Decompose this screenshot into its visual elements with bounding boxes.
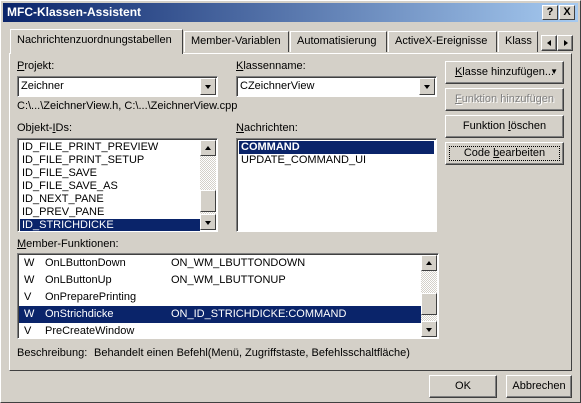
tab-label: Nachrichtenzuordnungstabellen [17,34,172,46]
scroll-down-button[interactable] [421,321,437,337]
projekt-label: Projekt: [17,60,55,72]
dropdown-arrow-icon: ▼ [550,67,558,76]
window-title: MFC-Klassen-Assistent [7,5,142,19]
member-funktionen-label: Member-Funktionen: [17,238,119,250]
function-name: PreCreateWindow [45,325,135,337]
klassenname-dropdown-button[interactable] [419,78,435,95]
scroll-down-button[interactable] [200,214,216,230]
tab-automatisierung[interactable]: Automatisierung [290,31,387,52]
function-message: ON_WM_LBUTTONDOWN [171,257,306,269]
code-bearbeiten-button[interactable]: Code bearbeiten [445,142,564,165]
funktion-hinzufuegen-button[interactable]: Funktion hinzufügen [445,88,564,111]
tab-label: Automatisierung [297,35,377,47]
objekt-id-item[interactable]: ID_STRICHDICKE [20,219,200,231]
function-kind-badge: W [24,308,35,320]
klassenname-combobox[interactable]: CZeichnerView [236,76,437,97]
projekt-value: Zeichner [21,80,64,92]
arrow-down-icon [426,328,432,332]
tab-label: Member-Variablen [191,35,281,47]
scroll-up-button[interactable] [421,255,437,271]
tab-nachrichtenzuordnungstabellen[interactable]: Nachrichtenzuordnungstabellen [10,29,183,54]
scroll-up-button[interactable] [200,140,216,156]
projekt-combobox[interactable]: Zeichner [17,76,218,97]
function-message: ON_ID_STRICHDICKE:COMMAND [171,308,347,320]
objekt-id-item[interactable]: ID_NEXT_PANE [20,193,200,206]
arrow-up-icon [205,146,211,150]
ok-button[interactable]: OK [429,375,497,398]
nachrichten-label: Nachrichten: [236,122,298,134]
arrow-up-icon [426,261,432,265]
objekt-id-item[interactable]: ID_FILE_SAVE [20,167,200,180]
help-button[interactable]: ? [542,5,558,20]
ok-label: OK [455,380,471,392]
nachricht-item[interactable]: UPDATE_COMMAND_UI [239,154,434,167]
member-funktion-row[interactable]: W OnLButtonDown ON_WM_LBUTTONDOWN [19,255,422,272]
abbrechen-label: Abbrechen [512,380,566,392]
function-name: OnLButtonUp [45,274,112,286]
function-name: OnStrichdicke [45,308,114,320]
function-kind-badge: W [24,274,35,286]
funktion-loeschen-label: Funktion löschen [462,120,547,132]
member-funktion-row[interactable]: V OnPreparePrinting [19,289,422,306]
arrow-left-icon [547,40,551,46]
beschreibung-label: Beschreibung: [17,347,88,359]
tab-label: ActiveX-Ereignisse [395,35,488,47]
function-kind-badge: V [24,291,32,303]
member-funktion-row[interactable]: W OnStrichdicke ON_ID_STRICHDICKE:COMMAND [19,306,422,323]
nachricht-item[interactable]: COMMAND [239,141,434,154]
member-funktion-row[interactable]: W OnLButtonUp ON_WM_LBUTTONUP [19,272,422,289]
chevron-down-icon [424,85,430,89]
funktion-loeschen-button[interactable]: Funktion löschen [445,115,564,138]
tab-member-variablen[interactable]: Member-Variablen [184,31,289,52]
arrow-right-icon [564,40,568,46]
function-kind-badge: W [24,257,35,269]
member-funktionen-listbox[interactable]: W OnLButtonDown ON_WM_LBUTTONDOWN W OnLButto… [17,253,439,339]
close-button[interactable]: X [559,5,575,20]
member-funktionen-scrollbar[interactable] [421,255,437,337]
klassenname-label: Klassenname: [236,60,306,72]
function-name: OnLButtonDown [45,257,126,269]
function-name: OnPreparePrinting [45,291,137,303]
funktion-hinzufuegen-label: Funktion hinzufügen [454,93,555,105]
objekt-id-item[interactable]: ID_FILE_SAVE_AS [20,180,200,193]
member-funktion-row[interactable]: V PreCreateWindow [19,323,422,338]
chevron-down-icon [205,85,211,89]
klasse-hinzufuegen-label: Klasse hinzufügen... [454,66,555,78]
objekt-id-item[interactable]: ID_FILE_PRINT_SETUP [20,154,200,167]
scroll-thumb[interactable] [421,293,437,315]
dialog-window: MFC-Klassen-Assistent ? X Nachrichtenzuo… [0,0,581,403]
arrow-down-icon [205,221,211,225]
objekt-ids-scrollbar[interactable] [200,140,216,230]
klassenname-value: CZeichnerView [240,80,315,92]
tab-label: Klass [505,35,532,47]
abbrechen-button[interactable]: Abbrechen [506,375,572,398]
klasse-hinzufuegen-button[interactable]: Klasse hinzufügen... ▼ [445,61,564,84]
close-icon: X [563,6,571,18]
tab-scroll-left-button[interactable] [541,35,557,51]
objekt-ids-listbox[interactable]: ID_FILE_PRINT_PREVIEW ID_FILE_PRINT_SETUP… [17,138,218,232]
objekt-id-item[interactable]: ID_PREV_PANE [20,206,200,219]
title-bar[interactable]: MFC-Klassen-Assistent ? X [3,3,578,22]
code-bearbeiten-label: Code bearbeiten [463,147,546,159]
scroll-thumb[interactable] [200,190,216,212]
beschreibung-text: Behandelt einen Befehl(Menü, Zugriffstas… [94,347,410,359]
tab-klasseninfo[interactable]: Klass [498,31,538,52]
projekt-dropdown-button[interactable] [200,78,216,95]
objekt-ids-label: Objekt-IDs: [17,122,73,134]
file-path-text: C:\...\ZeichnerView.h, C:\...\ZeichnerVi… [17,100,238,112]
tab-activex-ereignisse[interactable]: ActiveX-Ereignisse [388,31,497,52]
nachrichten-listbox[interactable]: COMMAND UPDATE_COMMAND_UI [236,138,437,232]
help-icon: ? [546,6,554,18]
function-message: ON_WM_LBUTTONUP [171,274,286,286]
function-kind-badge: V [24,325,32,337]
tab-scroll-right-button[interactable] [557,35,573,51]
objekt-id-item[interactable]: ID_FILE_PRINT_PREVIEW [20,141,200,154]
